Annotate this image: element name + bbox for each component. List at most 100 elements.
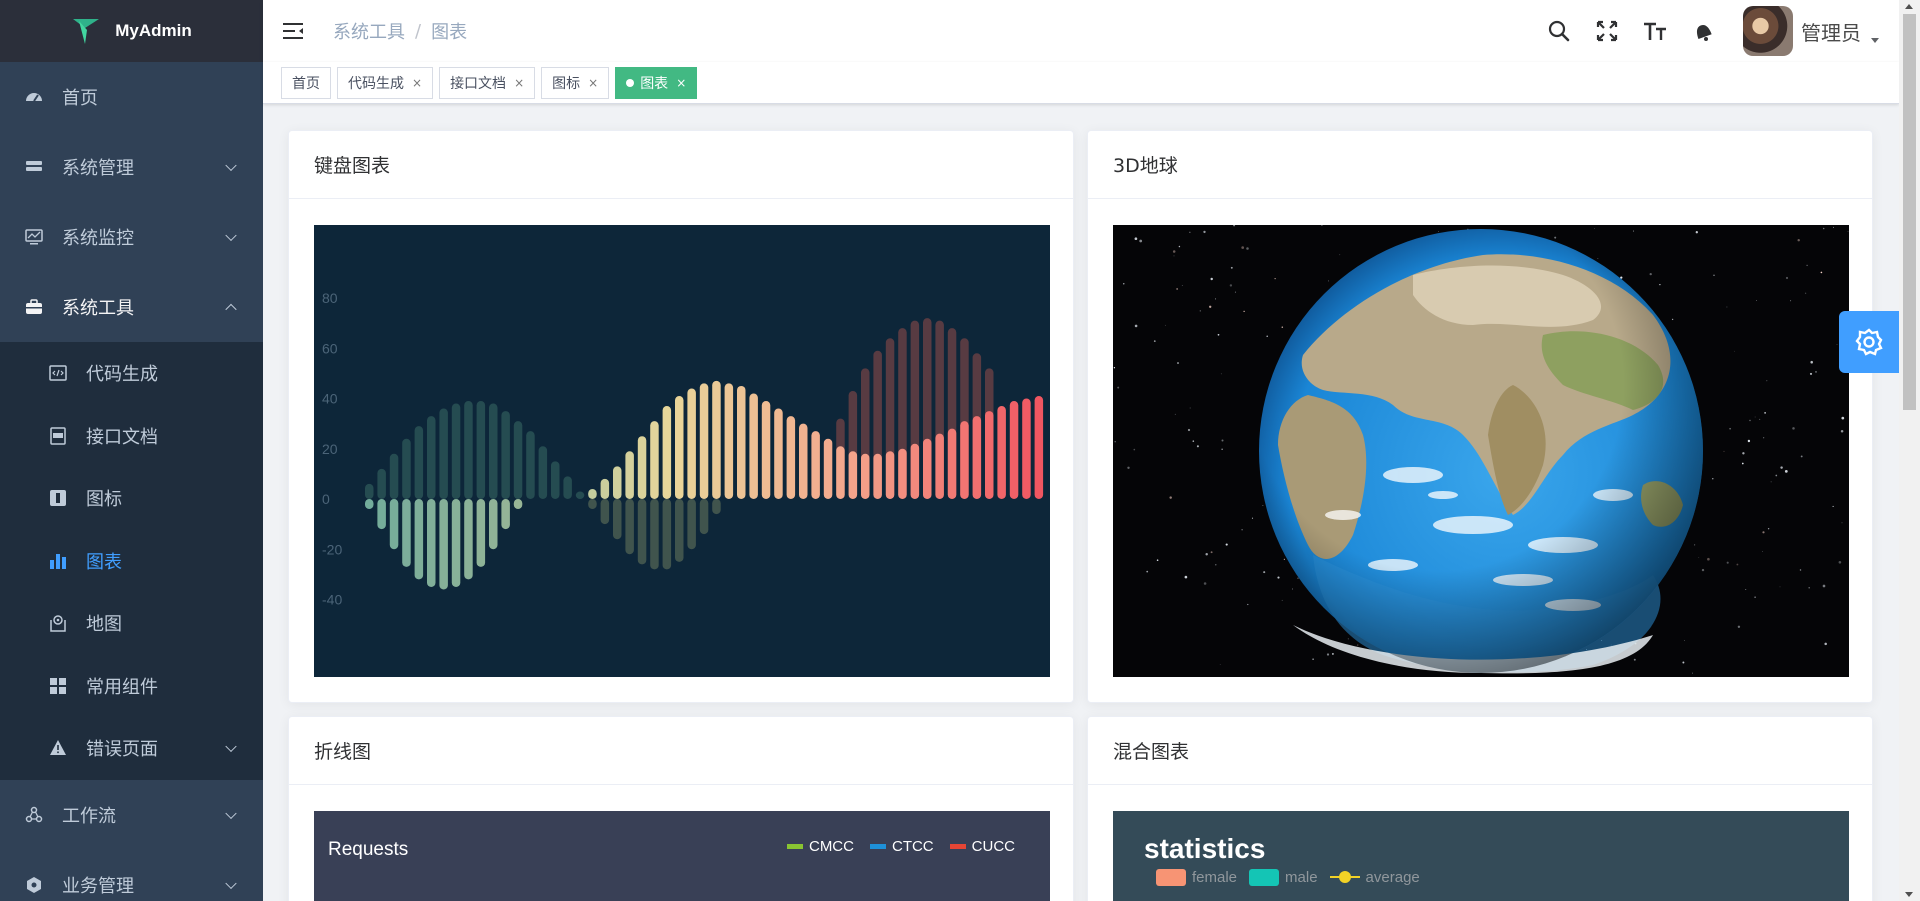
legend-item-cmcc[interactable]: CMCC [786, 838, 854, 855]
bar-positive[interactable] [923, 438, 932, 499]
bar-shadow[interactable] [365, 483, 374, 499]
bar-shadow[interactable] [526, 431, 535, 499]
close-icon[interactable]: × [676, 76, 686, 90]
sidebar-item-components[interactable]: 常用组件 [0, 655, 263, 718]
legend-item-female[interactable]: female [1156, 869, 1237, 886]
bar-shadow[interactable] [402, 438, 411, 499]
sidebar-item-monitor[interactable]: 系统监控 [0, 202, 263, 272]
bar-negative[interactable] [439, 499, 448, 590]
bar-positive[interactable] [861, 453, 870, 499]
bar-shadow[interactable] [551, 461, 560, 499]
close-icon[interactable]: × [412, 76, 422, 90]
bar-positive[interactable] [985, 411, 994, 499]
bar-negative[interactable] [699, 499, 709, 535]
sidebar-item-map[interactable]: 地图 [0, 592, 263, 655]
bar-positive[interactable] [613, 466, 622, 499]
bar-negative[interactable] [365, 499, 374, 510]
legend-item-cucc[interactable]: CUCC [949, 838, 1015, 855]
bar-positive[interactable] [737, 385, 746, 499]
bar-negative[interactable] [637, 499, 647, 565]
breadcrumb-item-tools[interactable]: 系统工具 [333, 18, 405, 44]
bar-shadow[interactable] [389, 453, 399, 499]
tag-codegen[interactable]: 代码生成 × [337, 66, 434, 99]
scroll-up-icon[interactable] [1905, 4, 1913, 9]
close-icon[interactable]: × [588, 76, 598, 90]
bar-negative[interactable] [414, 499, 424, 580]
bar-negative[interactable] [650, 499, 659, 570]
bar-negative[interactable] [427, 499, 436, 587]
tag-home[interactable]: 首页 [281, 66, 331, 99]
user-dropdown[interactable]: 管理员 [1743, 6, 1879, 56]
bar-positive[interactable] [799, 423, 808, 499]
hamburger-button[interactable] [263, 0, 325, 62]
bar-negative[interactable] [489, 499, 498, 550]
bar-positive[interactable] [662, 406, 672, 499]
legend-item-average[interactable]: average [1329, 869, 1420, 886]
bar-positive[interactable] [749, 393, 758, 499]
sidebar-item-workflow[interactable]: 工作流 [0, 780, 263, 850]
legend-item-ctcc[interactable]: CTCC [869, 838, 934, 855]
bar-shadow[interactable] [501, 411, 510, 499]
bar-negative[interactable] [513, 499, 523, 510]
sidebar-item-tools[interactable]: 系统工具 [0, 272, 263, 342]
bar-negative[interactable] [675, 499, 684, 562]
bar-positive[interactable] [600, 478, 610, 499]
bar-negative[interactable] [600, 499, 610, 525]
bar-shadow[interactable] [513, 421, 523, 499]
bar-negative[interactable] [687, 499, 696, 550]
sidebar-item-system[interactable]: 系统管理 [0, 132, 263, 202]
bar-positive[interactable] [637, 436, 647, 499]
bar-shadow[interactable] [563, 476, 572, 499]
sidebar-item-business[interactable]: 业务管理 [0, 850, 263, 901]
bar-positive[interactable] [885, 451, 895, 499]
bar-negative[interactable] [613, 499, 622, 540]
sidebar-item-icons[interactable]: 图标 [0, 467, 263, 530]
globe-container[interactable] [1113, 224, 1849, 677]
bar-negative[interactable] [377, 499, 386, 530]
bar-shadow[interactable] [476, 401, 486, 499]
bar-positive[interactable] [836, 446, 845, 499]
sidebar-item-charts[interactable]: 图表 [0, 530, 263, 593]
logo[interactable]: MyAdmin [0, 0, 263, 62]
bar-positive[interactable] [675, 395, 684, 499]
legend-item-male[interactable]: male [1249, 869, 1318, 886]
page-scrollbar[interactable] [1899, 0, 1920, 901]
bar-shadow[interactable] [575, 491, 585, 499]
bar-negative[interactable] [464, 499, 473, 580]
tag-icons[interactable]: 图标 × [541, 66, 610, 99]
bar-negative[interactable] [662, 499, 672, 570]
sidebar-item-swagger[interactable]: 接口文档 [0, 405, 263, 468]
font-size-button[interactable] [1631, 0, 1679, 62]
bar-shadow[interactable] [427, 416, 436, 499]
bar-shadow[interactable] [464, 401, 473, 499]
tag-charts[interactable]: 图表 × [615, 66, 698, 99]
bar-positive[interactable] [724, 383, 734, 499]
bar-positive[interactable] [873, 453, 882, 499]
bar-shadow[interactable] [538, 446, 548, 499]
bar-shadow[interactable] [377, 468, 386, 499]
bar-positive[interactable] [650, 421, 659, 499]
bar-shadow[interactable] [451, 403, 461, 499]
search-button[interactable] [1535, 0, 1583, 62]
bar-negative[interactable] [588, 499, 597, 510]
bar-shadow[interactable] [489, 403, 498, 499]
scroll-down-icon[interactable] [1905, 892, 1913, 897]
bar-positive[interactable] [1034, 395, 1044, 499]
theme-button[interactable] [1679, 0, 1727, 62]
bar-positive[interactable] [910, 443, 920, 499]
bar-positive[interactable] [625, 451, 634, 499]
fullscreen-button[interactable] [1583, 0, 1631, 62]
bar-negative[interactable] [501, 499, 510, 530]
bar-positive[interactable] [960, 421, 969, 499]
bar-negative[interactable] [402, 499, 411, 567]
bar-positive[interactable] [774, 408, 783, 499]
bar-positive[interactable] [947, 428, 957, 499]
bar-positive[interactable] [786, 416, 796, 499]
close-icon[interactable]: × [514, 76, 524, 90]
sidebar-item-codegen[interactable]: 代码生成 [0, 342, 263, 405]
bar-positive[interactable] [972, 416, 982, 499]
bar-positive[interactable] [823, 438, 833, 499]
scroll-thumb[interactable] [1903, 14, 1916, 410]
tag-swagger[interactable]: 接口文档 × [439, 66, 536, 99]
bar-positive[interactable] [761, 401, 771, 499]
